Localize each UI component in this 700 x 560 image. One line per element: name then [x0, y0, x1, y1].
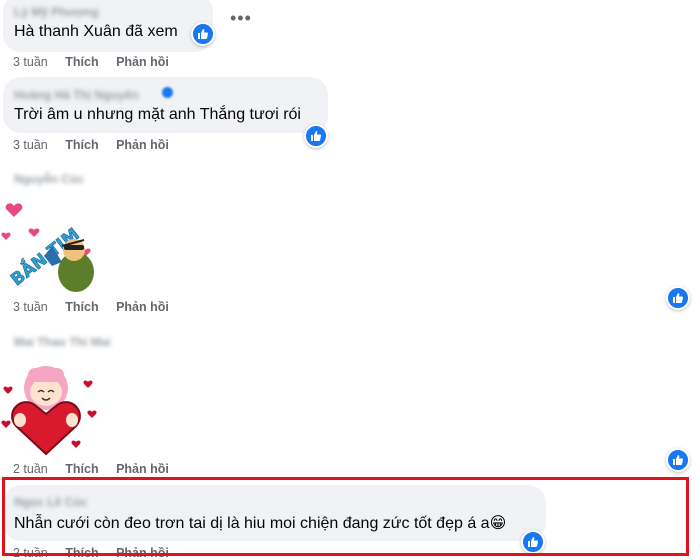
comment-actions-1: 3 tuần Thích Phản hồi [13, 55, 169, 69]
comment-actions-4: 2 tuần Thích Phản hồi [13, 462, 169, 476]
comment-text-2: Trời âm u nhưng mặt anh Thắng tươi rói [14, 106, 301, 123]
like-reaction-icon[interactable] [304, 124, 328, 148]
comment-author-2[interactable]: Hoàng Hà Thị Nguyên [14, 88, 139, 102]
like-icon [198, 29, 209, 39]
comment-actions-3: 3 tuần Thích Phản hồi [13, 300, 169, 314]
like-reaction-icon[interactable] [666, 286, 690, 310]
like-link-4[interactable]: Thích [65, 462, 98, 476]
like-icon [673, 455, 684, 465]
reply-link-4[interactable]: Phản hồi [116, 462, 169, 476]
comment-text-1: Hà thanh Xuân đã xem [14, 23, 178, 40]
comment-time-2[interactable]: 3 tuần [13, 138, 48, 152]
comment-author-1[interactable]: Lý Mỹ Phượng [14, 5, 99, 19]
like-reaction-icon[interactable] [666, 448, 690, 472]
reply-link-1[interactable]: Phản hồi [116, 55, 169, 69]
comment-actions-2: 3 tuần Thích Phản hồi [13, 138, 169, 152]
reply-link-3[interactable]: Phản hồi [116, 300, 169, 314]
like-link-2[interactable]: Thích [65, 138, 98, 152]
like-icon [673, 293, 684, 303]
like-reaction-icon[interactable] [191, 22, 215, 46]
ban-tim-sticker: BẮN TIM [1, 203, 94, 292]
comment-time-3[interactable]: 3 tuần [13, 300, 48, 314]
comment-author-4[interactable]: Mai Thao Thi Mai [14, 335, 111, 349]
more-options-icon[interactable]: ••• [230, 8, 252, 29]
comment-author-3[interactable]: Nguyễn Cúc [14, 172, 84, 186]
verified-icon [162, 87, 173, 98]
reply-link-2[interactable]: Phản hồi [116, 138, 169, 152]
heart-girl-sticker [1, 366, 97, 456]
comment-bubble-2 [3, 77, 328, 133]
comment-time-4[interactable]: 2 tuần [13, 462, 48, 476]
like-link-1[interactable]: Thích [65, 55, 98, 69]
like-link-3[interactable]: Thích [65, 300, 98, 314]
highlight-frame [2, 477, 689, 556]
like-icon [311, 131, 322, 141]
comment-time-1[interactable]: 3 tuần [13, 55, 48, 69]
